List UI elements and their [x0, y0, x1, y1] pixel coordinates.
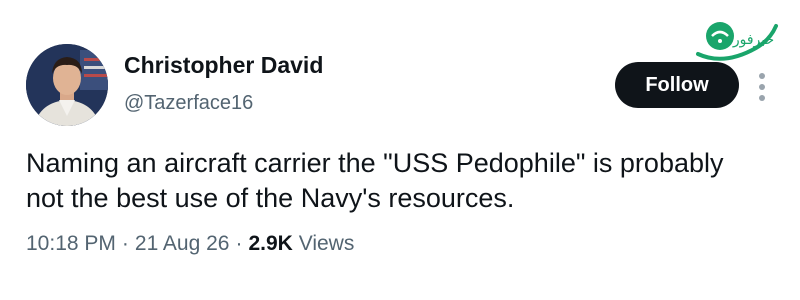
display-name[interactable]: Christopher David [124, 52, 323, 79]
tweet-time[interactable]: 10:18 PM [26, 232, 116, 255]
meta-separator: · [235, 232, 243, 255]
more-vertical-icon[interactable] [755, 70, 769, 104]
tweet-text-line: Naming an aircraft carrier the "USS Pedo… [26, 148, 724, 178]
tweet-text: Naming an aircraft carrier the "USS Pedo… [26, 146, 766, 216]
views-label: Views [298, 232, 355, 255]
avatar-image [26, 44, 108, 126]
meta-separator: · [121, 232, 129, 255]
logo-text: خبرفوری [722, 32, 774, 48]
avatar[interactable] [26, 44, 108, 126]
tweet-card: Christopher David @Tazerface16 خبرفوری F… [0, 0, 800, 300]
tweet-meta: 10:18 PM · 21 Aug 26 · 2.9K Views [26, 232, 354, 256]
follow-button[interactable]: Follow [615, 62, 739, 108]
user-handle[interactable]: @Tazerface16 [124, 92, 253, 115]
views-count: 2.9K [248, 232, 293, 255]
tweet-date[interactable]: 21 Aug 26 [135, 232, 230, 255]
news-logo-icon: خبرفوری [696, 22, 778, 61]
tweet-text-line: not the best use of the Navy's resources… [26, 183, 515, 213]
